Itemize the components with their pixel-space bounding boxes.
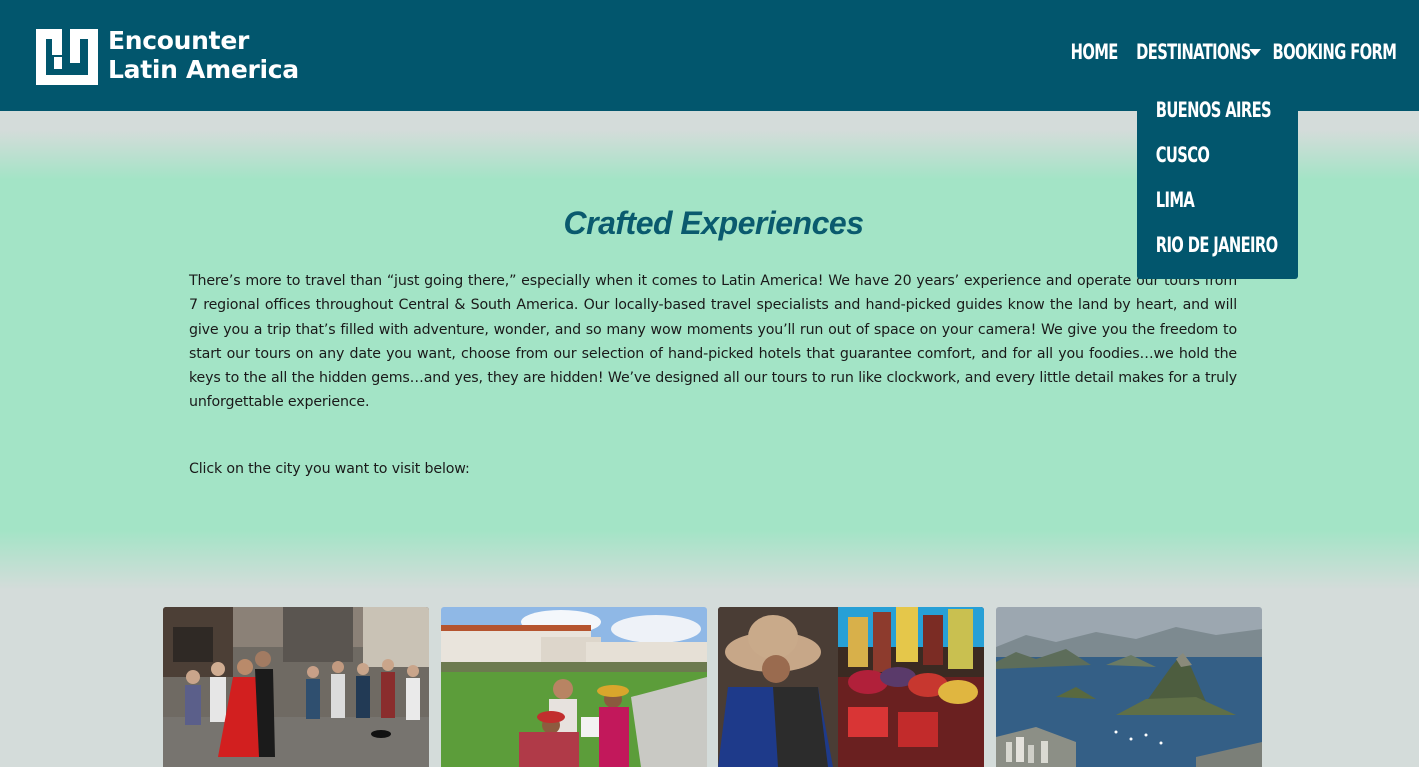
city-card-lima[interactable] <box>718 607 984 767</box>
nav-destinations-label: DESTINATIONS <box>1136 40 1252 64</box>
destinations-dropdown: BUENOS AIRES CUSCO LIMA RIO DE JANEIRO <box>1137 88 1298 279</box>
nav-home[interactable]: HOME <box>1071 40 1119 64</box>
cta-text: Click on the city you want to visit belo… <box>189 461 470 477</box>
dropdown-item-rio-de-janeiro[interactable]: RIO DE JANEIRO <box>1137 233 1278 257</box>
city-card-buenos-aires[interactable] <box>163 607 429 767</box>
dropdown-item-cusco[interactable]: CUSCO <box>1137 143 1210 167</box>
logo-line-2: Latin America <box>108 55 299 84</box>
logo-mark-icon <box>36 29 98 85</box>
site-logo[interactable]: Encounter Latin America <box>36 26 336 85</box>
logo-line-1: Encounter <box>108 26 250 55</box>
lima-image <box>718 607 984 767</box>
city-card-rio-de-janeiro[interactable] <box>996 607 1262 767</box>
caret-down-icon <box>1249 48 1262 56</box>
city-card-cusco[interactable] <box>441 607 707 767</box>
nav-booking-form[interactable]: BOOKING FORM <box>1273 40 1397 64</box>
main-nav: HOME DESTINATIONS BOOKING FORM <box>1064 40 1400 64</box>
rio-de-janeiro-image <box>996 607 1262 767</box>
logo-text: Encounter Latin America <box>108 26 299 84</box>
nav-destinations[interactable]: DESTINATIONS <box>1120 40 1262 64</box>
intro-paragraph: There’s more to travel than “just going … <box>189 273 1237 411</box>
buenos-aires-image <box>163 607 429 767</box>
dropdown-item-lima[interactable]: LIMA <box>1137 188 1195 212</box>
cusco-image <box>441 607 707 767</box>
dropdown-item-buenos-aires[interactable]: BUENOS AIRES <box>1137 98 1272 122</box>
